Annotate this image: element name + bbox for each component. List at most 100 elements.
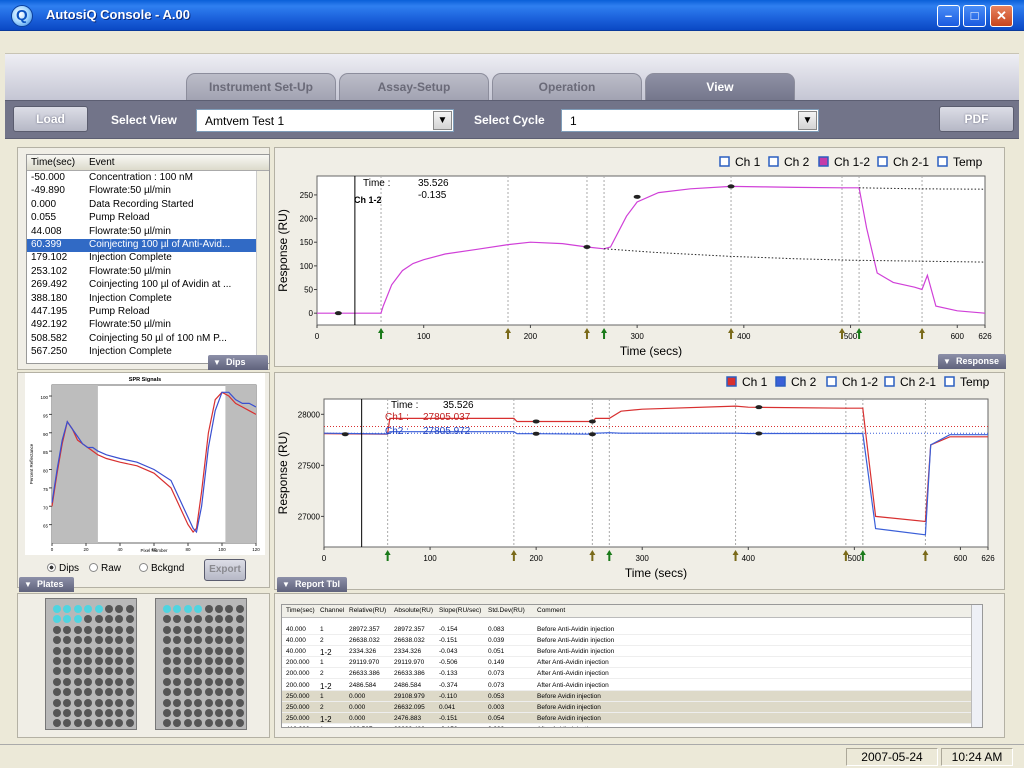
plate-well[interactable] — [84, 646, 93, 655]
plate-well[interactable] — [94, 605, 103, 613]
plate-well[interactable] — [225, 657, 234, 665]
plate-well[interactable] — [163, 688, 171, 697]
tab-assay-setup[interactable]: Assay-Setup — [339, 73, 489, 100]
select-cycle-dropdown[interactable]: 1 ▼ — [561, 109, 819, 132]
plate-well[interactable] — [183, 688, 192, 697]
plate-well[interactable] — [53, 625, 61, 634]
plate-well[interactable] — [163, 657, 171, 665]
plate-well[interactable] — [125, 636, 134, 645]
report-column-header[interactable]: Absolute(RU) — [394, 607, 433, 614]
plate-well[interactable] — [125, 709, 134, 717]
plate-well[interactable] — [94, 667, 103, 676]
report-column-header[interactable]: Slope(RU/sec) — [439, 607, 481, 614]
event-marker-arrow-icon[interactable] — [510, 550, 517, 561]
plate-well[interactable] — [183, 646, 192, 655]
plate-well[interactable] — [125, 615, 134, 624]
plate-well[interactable] — [115, 709, 124, 717]
plate-well[interactable] — [84, 698, 93, 707]
plate-well[interactable] — [204, 605, 213, 613]
tab-instrument-setup[interactable]: Instrument Set-Up — [186, 73, 336, 100]
plate-well[interactable] — [84, 657, 93, 665]
report-column-header[interactable]: Channel — [320, 607, 344, 614]
event-row[interactable]: -49.890 Flowrate:50 µl/min — [27, 185, 257, 198]
plate-well[interactable] — [125, 625, 134, 634]
plate-well[interactable] — [225, 688, 234, 697]
event-row[interactable]: 447.195 Pump Reload — [27, 306, 257, 319]
plate-well[interactable] — [53, 657, 61, 665]
plate-well[interactable] — [235, 719, 244, 728]
plate-well[interactable] — [173, 625, 182, 634]
plate-well[interactable] — [73, 719, 82, 728]
plate-well[interactable] — [163, 719, 171, 728]
report-row[interactable]: 410.000 1 123.537 29232.486 -0.152 0.039 After… — [282, 724, 972, 727]
checkbox-icon[interactable] — [944, 376, 955, 387]
legend-item[interactable]: Ch 1 — [726, 375, 768, 389]
plate-well[interactable] — [63, 625, 72, 634]
report-column-header[interactable]: Std.Dev(RU) — [488, 607, 525, 614]
plate-well[interactable] — [94, 657, 103, 665]
plate-well[interactable] — [225, 605, 234, 613]
plate-well[interactable] — [183, 698, 192, 707]
plate-well[interactable] — [215, 688, 223, 697]
event-row[interactable]: 508.582 Coinjecting 50 µl of 100 nM P... — [27, 333, 257, 346]
event-marker-arrow-icon[interactable] — [384, 550, 391, 561]
plate-well[interactable] — [204, 615, 213, 624]
plate-well[interactable] — [173, 719, 182, 728]
event-marker-arrow-icon[interactable] — [601, 328, 608, 339]
plate-well[interactable] — [63, 688, 72, 697]
plate-well[interactable] — [204, 657, 213, 665]
event-row[interactable]: 388.180 Injection Complete — [27, 293, 257, 306]
plate-well[interactable] — [225, 667, 234, 676]
plate-2[interactable] — [155, 598, 247, 730]
plate-well[interactable] — [73, 667, 82, 676]
plate-well[interactable] — [183, 677, 192, 686]
plate-well[interactable] — [105, 688, 113, 697]
plate-well[interactable] — [173, 657, 182, 665]
plate-well[interactable] — [215, 719, 223, 728]
select-view-dropdown[interactable]: Amtvem Test 1 ▼ — [196, 109, 454, 132]
event-marker-arrow-icon[interactable] — [922, 550, 929, 561]
checkbox-checked-icon[interactable] — [775, 376, 786, 387]
plates-subtab[interactable]: Plates — [19, 577, 74, 592]
plate-well[interactable] — [115, 615, 124, 624]
plate-well[interactable] — [94, 636, 103, 645]
plate-well[interactable] — [63, 605, 72, 613]
response-chart-ch1-2[interactable]: 0 100 200 300 400 500 600 626 0 50 100 150 200 250 Tim… — [275, 148, 1004, 366]
legend-item[interactable]: Ch 1 — [719, 155, 761, 169]
plate-well[interactable] — [163, 605, 171, 613]
plate-well[interactable] — [183, 605, 192, 613]
plate-well[interactable] — [163, 667, 171, 676]
plate-well[interactable] — [94, 677, 103, 686]
event-marker-arrow-icon[interactable] — [378, 328, 385, 339]
plate-well[interactable] — [194, 636, 203, 645]
plate-well[interactable] — [235, 615, 244, 624]
plate-well[interactable] — [94, 719, 103, 728]
plate-well[interactable] — [163, 625, 171, 634]
plate-well[interactable] — [115, 667, 124, 676]
plate-well[interactable] — [183, 719, 192, 728]
plate-well[interactable] — [94, 646, 103, 655]
plate-well[interactable] — [63, 636, 72, 645]
event-row[interactable]: 253.102 Flowrate:50 µl/min — [27, 266, 257, 279]
plate-well[interactable] — [53, 667, 61, 676]
checkbox-icon[interactable] — [877, 156, 888, 167]
plate-well[interactable] — [84, 667, 93, 676]
plate-well[interactable] — [73, 688, 82, 697]
plate-well[interactable] — [84, 605, 93, 613]
plate-well[interactable] — [173, 677, 182, 686]
plate-well[interactable] — [73, 698, 82, 707]
plate-well[interactable] — [73, 615, 82, 624]
plate-well[interactable] — [84, 688, 93, 697]
report-table[interactable]: Time(sec) Channel Relative(RU) Absolute(RU)… — [281, 604, 983, 728]
plate-well[interactable] — [204, 719, 213, 728]
plate-well[interactable] — [163, 615, 171, 624]
maximize-button[interactable]: □ — [963, 5, 986, 27]
event-marker-arrow-icon[interactable] — [606, 550, 613, 561]
plate-well[interactable] — [115, 625, 124, 634]
plate-well[interactable] — [215, 677, 223, 686]
event-table[interactable]: Time(sec) Event -50.000 Concentration : 1… — [26, 154, 270, 364]
plate-well[interactable] — [63, 667, 72, 676]
checkbox-icon[interactable] — [826, 376, 837, 387]
plate-well[interactable] — [235, 709, 244, 717]
legend-item[interactable]: Ch 1-2 — [826, 375, 878, 389]
